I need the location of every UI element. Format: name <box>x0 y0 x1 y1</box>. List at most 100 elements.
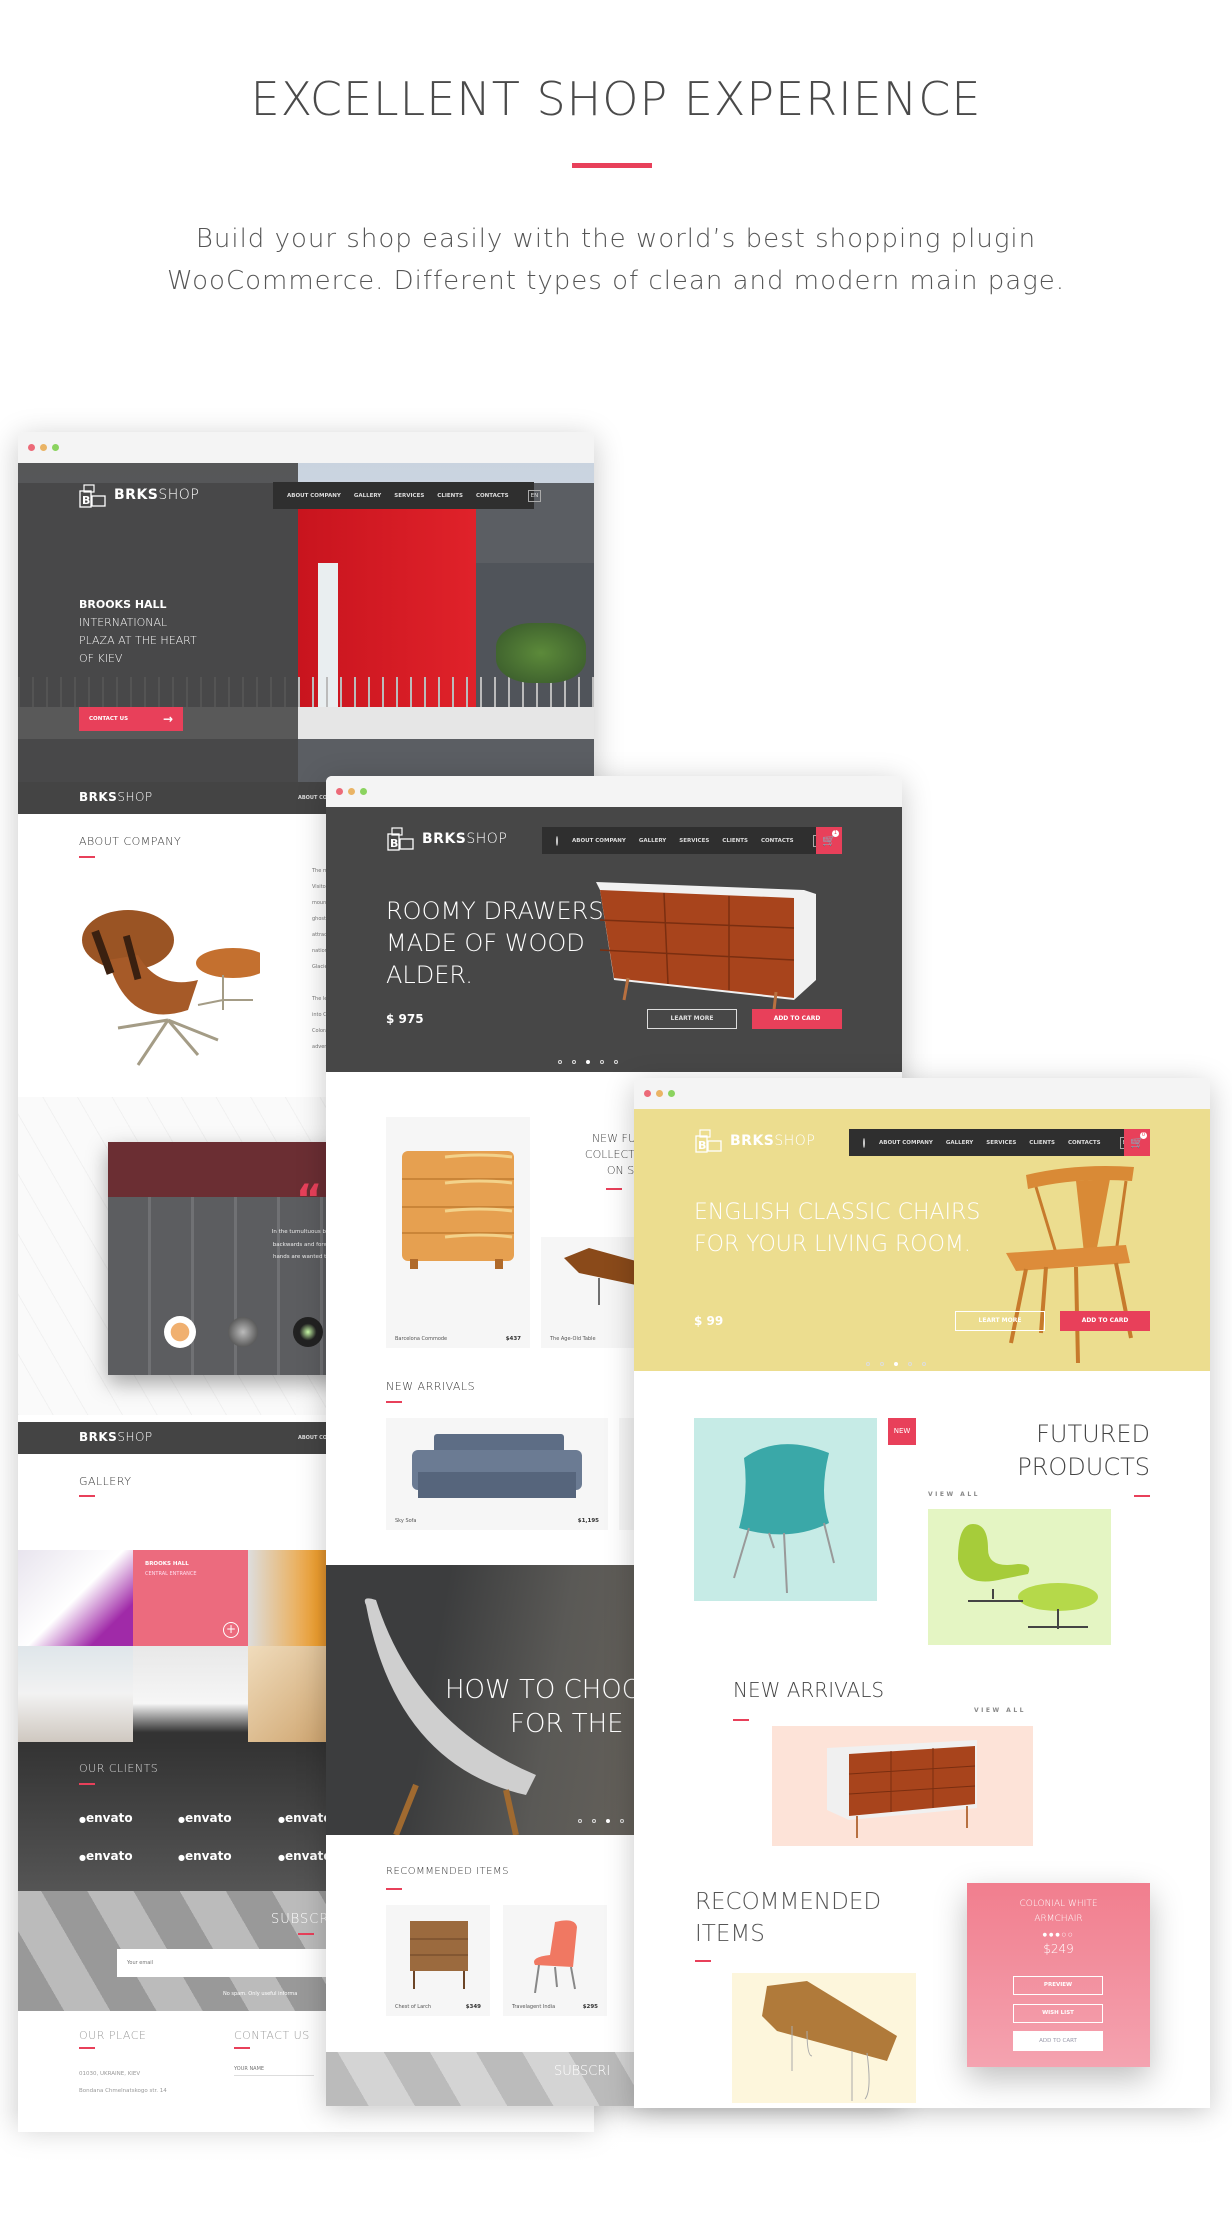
nav-item[interactable]: GALLERY <box>639 838 666 844</box>
contact-us-button[interactable]: CONTACT US → <box>79 707 183 731</box>
nav-item[interactable]: ABOUT COMPANY <box>572 838 626 844</box>
slider-dot[interactable] <box>572 1060 576 1064</box>
title-underline <box>386 1401 402 1403</box>
gallery-tile-featured[interactable]: BROOKS HALL CENTRAL ENTRANCE + <box>133 1550 248 1646</box>
slider-dot[interactable] <box>614 1060 618 1064</box>
minimize-dot[interactable] <box>656 1090 663 1097</box>
sofa-image <box>412 1434 582 1498</box>
brand-logo[interactable]: BRKSSHOP <box>422 831 507 847</box>
client-logo[interactable]: ●envato <box>178 1811 232 1825</box>
view-all-link[interactable]: VIEW ALL <box>928 1491 980 1498</box>
brand-logo[interactable]: BRKSSHOP <box>79 1430 153 1444</box>
nav-item[interactable]: ABOUT CO <box>298 795 327 801</box>
nav-item[interactable]: ABOUT CO <box>298 1435 327 1441</box>
hero-line: PLAZA AT THE HEART <box>79 634 197 647</box>
gallery-tile[interactable] <box>133 1646 248 1742</box>
nav-item[interactable]: CLIENTS <box>1029 1140 1055 1146</box>
maximize-dot[interactable] <box>52 444 59 451</box>
client-logo[interactable]: ●envato <box>278 1849 332 1863</box>
nav-item[interactable]: CONTACTS <box>476 493 509 499</box>
new-arrival-image[interactable] <box>772 1726 1033 1846</box>
avatar[interactable] <box>293 1317 323 1347</box>
nav-item[interactable]: CLIENTS <box>722 838 748 844</box>
slider-dot[interactable] <box>908 1362 912 1366</box>
avatar[interactable] <box>228 1317 258 1347</box>
slider-dot[interactable] <box>592 1819 596 1823</box>
brand-logo[interactable]: BRKSSHOP <box>730 1133 815 1149</box>
nav-item[interactable]: ABOUT COMPANY <box>879 1140 933 1146</box>
new-badge: NEW <box>888 1418 916 1445</box>
logo-icon: B <box>387 827 414 851</box>
slider-dot[interactable] <box>578 1819 582 1823</box>
close-dot[interactable] <box>644 1090 651 1097</box>
product-card[interactable]: Chest of Larch $349 <box>386 1905 490 2016</box>
client-logo[interactable]: ●envato <box>278 1811 332 1825</box>
envato-leaf-icon: ● <box>79 1853 86 1862</box>
featured-product-image[interactable] <box>694 1418 877 1601</box>
envato-leaf-icon: ● <box>79 1815 86 1824</box>
nav-item[interactable]: SERVICES <box>679 838 709 844</box>
add-to-card-button[interactable]: ADD TO CARD <box>752 1009 842 1029</box>
product-card[interactable]: Barcelona Commode $437 <box>386 1117 530 1348</box>
close-dot[interactable] <box>28 444 35 451</box>
brand-logo[interactable]: BRKSSHOP <box>114 487 199 503</box>
client-logo[interactable]: ●envato <box>79 1849 133 1863</box>
nav-item[interactable]: GALLERY <box>946 1140 973 1146</box>
brand-logo[interactable]: BRKSSHOP <box>79 790 153 804</box>
add-to-cart-button[interactable]: ADD TO CART <box>1013 2031 1103 2051</box>
title-underline <box>386 1888 402 1890</box>
arrow-right-icon: → <box>162 712 173 726</box>
slider-dot[interactable] <box>586 1060 590 1064</box>
cart-button[interactable]: 🛒 0 <box>1124 1129 1150 1156</box>
slider-dot[interactable] <box>880 1362 884 1366</box>
gallery-tile[interactable] <box>18 1550 133 1646</box>
logo-icon: B <box>79 484 106 508</box>
product-card[interactable]: Sky Sofa $1,195 <box>386 1418 608 1530</box>
nav-item[interactable]: ABOUT COMPANY <box>287 493 341 499</box>
nav-item[interactable]: CONTACTS <box>761 838 794 844</box>
featured-product-image[interactable] <box>928 1509 1111 1645</box>
nav-item[interactable]: CONTACTS <box>1068 1140 1101 1146</box>
learn-more-button[interactable]: LEART MORE <box>955 1311 1045 1331</box>
wish-list-button[interactable]: WISH LIST <box>1013 2004 1103 2023</box>
minimize-dot[interactable] <box>40 444 47 451</box>
slider-dot[interactable] <box>558 1060 562 1064</box>
learn-more-button[interactable]: LEART MORE <box>647 1009 737 1029</box>
slider-dot[interactable] <box>620 1819 624 1823</box>
envato-leaf-icon: ● <box>278 1853 285 1862</box>
client-logo[interactable]: ●envato <box>178 1849 232 1863</box>
product-card[interactable]: Travelagent India $295 <box>503 1905 607 2016</box>
name-input[interactable] <box>234 2062 314 2076</box>
promo-price: $249 <box>1043 1942 1074 1956</box>
gallery-tile[interactable] <box>18 1646 133 1742</box>
client-name: envato <box>184 1849 232 1863</box>
nav-item[interactable]: SERVICES <box>394 493 424 499</box>
view-all-link[interactable]: VIEW ALL <box>974 1707 1026 1714</box>
nav-item[interactable]: SERVICES <box>986 1140 1016 1146</box>
cart-button[interactable]: 🛒 1 <box>816 827 842 854</box>
language-switch[interactable]: EN <box>527 489 542 502</box>
svg-text:B: B <box>390 837 398 850</box>
slider-dot[interactable] <box>606 1819 610 1823</box>
preview-button[interactable]: PREVIEW <box>1013 1976 1103 1995</box>
add-to-card-button[interactable]: ADD TO CARD <box>1060 1311 1150 1331</box>
nav-item[interactable]: GALLERY <box>354 493 381 499</box>
nav-item[interactable]: CLIENTS <box>437 493 463 499</box>
search-icon[interactable] <box>863 1137 865 1148</box>
search-icon[interactable] <box>556 835 558 846</box>
plus-icon[interactable]: + <box>223 1622 239 1638</box>
close-dot[interactable] <box>336 788 343 795</box>
title-underline <box>234 2047 250 2049</box>
slider-dot[interactable] <box>922 1362 926 1366</box>
client-logo[interactable]: ●envato <box>79 1811 133 1825</box>
star-empty-icon[interactable]: ○ <box>1068 1932 1074 1938</box>
maximize-dot[interactable] <box>360 788 367 795</box>
recommended-product-image[interactable] <box>732 1973 916 2103</box>
address-line: 01030, UKRAINE, KIEV <box>79 2071 141 2077</box>
minimize-dot[interactable] <box>348 788 355 795</box>
slider-dot[interactable] <box>600 1060 604 1064</box>
maximize-dot[interactable] <box>668 1090 675 1097</box>
avatar[interactable] <box>164 1316 196 1348</box>
slider-dot[interactable] <box>894 1362 898 1366</box>
slider-dot[interactable] <box>866 1362 870 1366</box>
